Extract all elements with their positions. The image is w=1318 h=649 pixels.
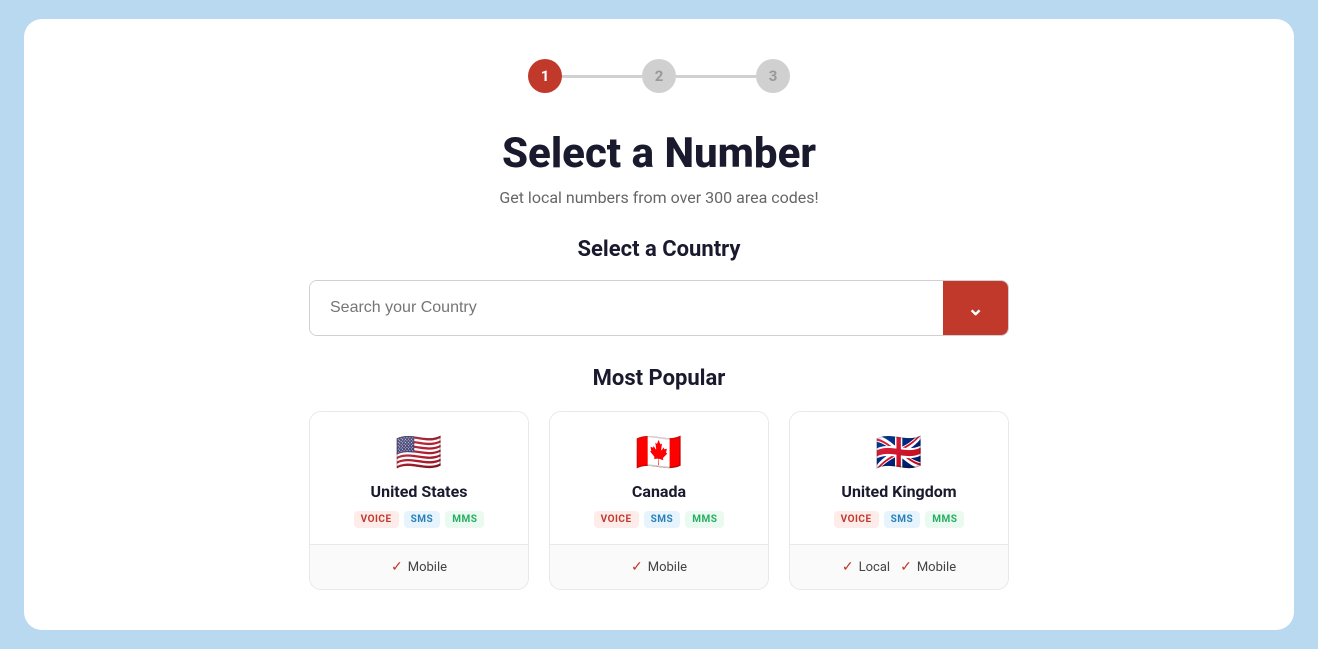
country-cards: 🇺🇸 United States VOICE SMS MMS ✓ Mobile: [309, 411, 1009, 590]
search-row: ⌄: [309, 280, 1009, 336]
badge-mms-us: MMS: [445, 511, 484, 528]
card-top-us: 🇺🇸 United States VOICE SMS MMS: [310, 412, 528, 544]
badge-sms-us: SMS: [404, 511, 441, 528]
country-card-uk[interactable]: 🇬🇧 United Kingdom VOICE SMS MMS ✓ Local …: [789, 411, 1009, 590]
country-card-ca[interactable]: 🇨🇦 Canada VOICE SMS MMS ✓ Mobile: [549, 411, 769, 590]
country-name-ca: Canada: [632, 482, 686, 501]
badge-mms-ca: MMS: [685, 511, 724, 528]
badge-voice-ca: VOICE: [594, 511, 639, 528]
country-section: Select a Country ⌄ Most Popular 🇺🇸 Unite…: [309, 237, 1009, 590]
mobile-label-us: Mobile: [408, 560, 447, 575]
mobile-label-ca: Mobile: [648, 560, 687, 575]
badges-uk: VOICE SMS MMS: [834, 511, 965, 528]
number-type-mobile-uk: ✓ Mobile: [900, 559, 956, 575]
title-section: Select a Number Get local numbers from o…: [499, 129, 818, 207]
badge-sms-ca: SMS: [644, 511, 681, 528]
step-line-2: [676, 75, 756, 78]
search-dropdown-button[interactable]: ⌄: [943, 281, 1008, 335]
country-name-uk: United Kingdom: [841, 482, 956, 501]
local-label-uk: Local: [859, 560, 890, 575]
card-top-ca: 🇨🇦 Canada VOICE SMS MMS: [550, 412, 768, 544]
number-type-mobile-us: ✓ Mobile: [391, 559, 447, 575]
badge-voice-us: VOICE: [354, 511, 399, 528]
card-top-uk: 🇬🇧 United Kingdom VOICE SMS MMS: [790, 412, 1008, 544]
search-input[interactable]: [310, 281, 943, 335]
badge-mms-uk: MMS: [925, 511, 964, 528]
stepper: 1 2 3: [528, 59, 790, 93]
badge-voice-uk: VOICE: [834, 511, 879, 528]
step-3: 3: [756, 59, 790, 93]
main-card: 1 2 3 Select a Number Get local numbers …: [24, 19, 1294, 630]
chevron-down-icon: ⌄: [967, 296, 984, 321]
flag-uk: 🇬🇧: [875, 434, 922, 472]
badges-us: VOICE SMS MMS: [354, 511, 485, 528]
check-icon-us: ✓: [391, 559, 403, 575]
country-name-us: United States: [371, 482, 468, 501]
popular-label: Most Popular: [593, 366, 726, 391]
badges-ca: VOICE SMS MMS: [594, 511, 725, 528]
number-type-mobile-ca: ✓ Mobile: [631, 559, 687, 575]
card-bottom-us: ✓ Mobile: [310, 544, 528, 589]
card-bottom-ca: ✓ Mobile: [550, 544, 768, 589]
page-subtitle: Get local numbers from over 300 area cod…: [499, 188, 818, 207]
badge-sms-uk: SMS: [884, 511, 921, 528]
page-title: Select a Number: [499, 129, 818, 178]
check-icon-mobile-uk: ✓: [900, 559, 912, 575]
check-icon-ca: ✓: [631, 559, 643, 575]
step-line-1: [562, 75, 642, 78]
card-bottom-uk: ✓ Local ✓ Mobile: [790, 544, 1008, 589]
flag-ca: 🇨🇦: [635, 434, 682, 472]
check-icon-local-uk: ✓: [842, 559, 854, 575]
country-section-label: Select a Country: [578, 237, 741, 262]
step-1: 1: [528, 59, 562, 93]
flag-us: 🇺🇸: [395, 434, 442, 472]
country-card-us[interactable]: 🇺🇸 United States VOICE SMS MMS ✓ Mobile: [309, 411, 529, 590]
number-type-local-uk: ✓ Local: [842, 559, 890, 575]
step-2: 2: [642, 59, 676, 93]
mobile-label-uk: Mobile: [917, 560, 956, 575]
